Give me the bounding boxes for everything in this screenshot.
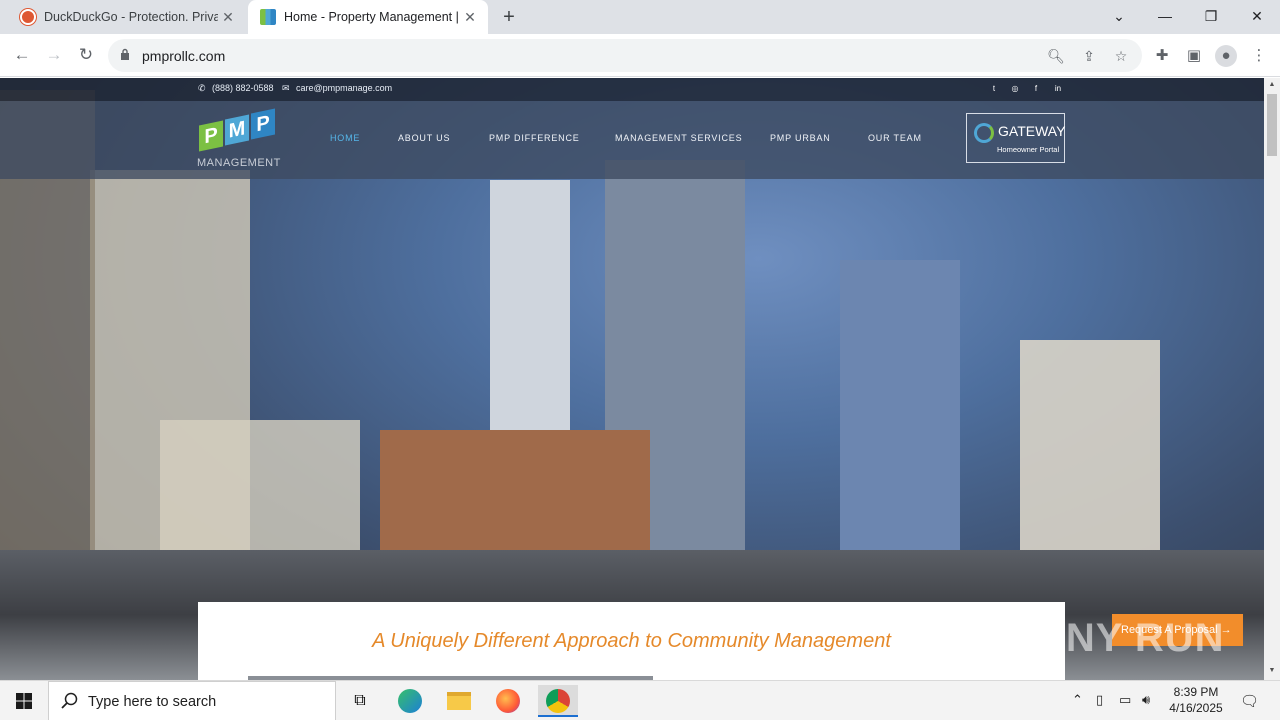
clock-time: 8:39 PM <box>1173 685 1219 699</box>
nav-our-team[interactable]: OUR TEAM <box>868 133 922 143</box>
menu-dots-icon[interactable]: ⋮ <box>1248 45 1270 67</box>
logo-letter-m: M <box>225 114 249 146</box>
windows-logo-icon <box>16 693 32 709</box>
start-button[interactable] <box>0 681 48 720</box>
scroll-up-icon[interactable]: ▲ <box>1267 80 1277 90</box>
linkedin-icon[interactable]: in <box>1053 84 1063 94</box>
network-icon[interactable]: ▭ <box>1119 692 1131 708</box>
battery-icon[interactable]: ▯ <box>1096 692 1103 708</box>
url-text[interactable]: pmprollc.com <box>142 48 225 64</box>
gateway-title: GATEWAY <box>998 123 1066 139</box>
anyrun-watermark: ANY RUN <box>1036 616 1225 660</box>
logo-letter-p2: P <box>251 108 275 140</box>
tab-title: Home - Property Management | <box>284 10 459 24</box>
gateway-subtitle: Homeowner Portal <box>997 145 1060 154</box>
lock-icon <box>121 48 129 60</box>
tab-duckduckgo[interactable]: DuckDuckGo - Protection. Privac ✕ <box>8 0 246 34</box>
contact-phone[interactable]: (888) 882-0588 <box>212 83 274 93</box>
logo-letter-p1: P <box>199 120 223 152</box>
share-icon[interactable]: ⇪ <box>1079 46 1099 66</box>
gateway-logo-icon <box>974 123 994 143</box>
email-icon: ✉ <box>282 83 290 93</box>
page-viewport: ✆ (888) 882-0588 ✉ care@pmpmanage.com t … <box>0 78 1264 680</box>
scroll-down-icon[interactable]: ▼ <box>1267 666 1277 676</box>
logo-subtitle: MANAGEMENT <box>197 157 281 169</box>
clock-date: 4/16/2025 <box>1169 701 1223 715</box>
firefox-icon[interactable] <box>488 685 528 717</box>
browser-toolbar: ← → ↻ pmprollc.com 🔍︎ ⇪ ☆ <box>0 34 1280 77</box>
scrollbar-thumb[interactable] <box>1267 94 1277 156</box>
tab-title: DuckDuckGo - Protection. Privac <box>44 10 218 24</box>
system-clock[interactable]: 8:39 PM 4/16/2025 <box>1166 684 1226 716</box>
side-panel-icon[interactable]: ▣ <box>1183 45 1205 67</box>
notifications-icon[interactable]: 🗨︎ <box>1240 692 1259 710</box>
twitter-icon[interactable]: t <box>989 84 999 94</box>
file-explorer-icon[interactable] <box>439 685 479 717</box>
gateway-portal-button[interactable]: GATEWAY Homeowner Portal <box>966 113 1065 163</box>
zoom-icon[interactable]: 🔍︎ <box>1046 46 1066 66</box>
contact-email[interactable]: care@pmpmanage.com <box>296 83 392 93</box>
main-navbar: P M P MANAGEMENT HOME ABOUT US PMP DIFFE… <box>0 101 1264 179</box>
forward-button[interactable]: → <box>42 43 66 67</box>
tab-search-icon[interactable]: ⌄ <box>1096 0 1142 34</box>
phone-icon: ✆ <box>198 83 206 93</box>
instagram-icon[interactable]: ◎ <box>1010 84 1020 94</box>
bookmark-star-icon[interactable]: ☆ <box>1111 46 1131 66</box>
chrome-icon[interactable] <box>538 685 578 717</box>
volume-icon[interactable]: 🔊︎ <box>1142 692 1150 708</box>
edge-icon[interactable] <box>390 685 430 717</box>
close-tab-icon[interactable]: ✕ <box>218 9 238 26</box>
back-button[interactable]: ← <box>10 43 34 67</box>
taskbar-search-box[interactable]: Type here to search <box>48 681 336 720</box>
pmp-logo[interactable]: P M P MANAGEMENT <box>197 108 281 171</box>
address-bar[interactable]: pmprollc.com 🔍︎ ⇪ ☆ <box>108 39 1142 72</box>
nav-management-services[interactable]: MANAGEMENT SERVICES <box>615 133 742 143</box>
profile-avatar-icon[interactable]: ● <box>1215 45 1237 67</box>
intro-headline: A Uniquely Different Approach to Communi… <box>372 630 891 652</box>
tab-pmp-home[interactable]: Home - Property Management | ✕ <box>248 0 488 34</box>
new-tab-button[interactable]: + <box>498 6 520 28</box>
extensions-icon[interactable]: ✚ <box>1151 45 1173 67</box>
close-tab-icon[interactable]: ✕ <box>460 9 480 26</box>
close-window-button[interactable]: ✕ <box>1234 0 1280 34</box>
facebook-icon[interactable]: f <box>1031 84 1041 94</box>
reload-button[interactable]: ↻ <box>74 43 98 67</box>
tray-overflow-icon[interactable]: ⌃ <box>1072 692 1083 708</box>
intro-card: A Uniquely Different Approach to Communi… <box>198 602 1065 680</box>
search-placeholder: Type here to search <box>88 694 217 710</box>
nav-about-us[interactable]: ABOUT US <box>398 133 450 143</box>
pmp-favicon-icon <box>260 9 276 25</box>
nav-pmp-difference[interactable]: PMP DIFFERENCE <box>489 133 580 143</box>
page-scrollbar[interactable]: ▲ ▼ <box>1264 78 1280 680</box>
nav-home[interactable]: HOME <box>330 133 360 143</box>
minimize-button[interactable]: — <box>1142 0 1188 34</box>
tab-strip: DuckDuckGo - Protection. Privac ✕ Home -… <box>0 0 1280 34</box>
restore-button[interactable]: ❐ <box>1188 0 1234 34</box>
contact-bar: ✆ (888) 882-0588 ✉ care@pmpmanage.com t … <box>0 78 1264 101</box>
windows-taskbar: Type here to search ⧉ ⌃ ▯ ▭ 🔊︎ 8:39 PM 4… <box>0 680 1280 720</box>
search-icon <box>61 692 78 709</box>
task-view-icon[interactable]: ⧉ <box>340 685 380 717</box>
nav-pmp-urban[interactable]: PMP URBAN <box>770 133 831 143</box>
duckduckgo-favicon-icon <box>20 9 36 25</box>
